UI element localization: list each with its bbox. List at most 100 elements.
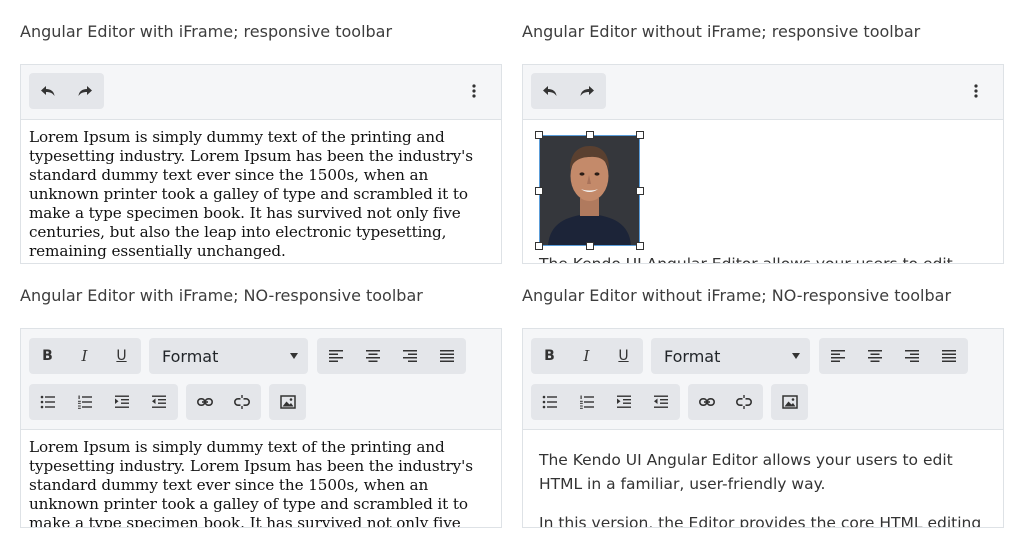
outdent-button[interactable] <box>642 384 679 420</box>
underline-button[interactable]: U <box>103 338 140 374</box>
toolbar-overflow-button[interactable] <box>966 73 986 109</box>
image-button-group <box>269 384 306 420</box>
editor-iframe-nonresponsive: B I U Format Lorem Ipsum is simply dummy… <box>20 328 502 528</box>
redo-icon <box>580 86 594 96</box>
editor-content-area[interactable]: The Kendo UI Angular Editor allows your … <box>523 120 1003 264</box>
italic-icon: I <box>583 347 590 365</box>
align-left-button[interactable] <box>819 338 856 374</box>
editor-content-area[interactable]: Lorem Ipsum is simply dummy text of the … <box>21 120 501 263</box>
section-title-iframe-nonresponsive: Angular Editor with iFrame; NO-responsiv… <box>20 286 423 305</box>
underline-icon: U <box>116 348 127 364</box>
insert-image-button[interactable] <box>771 384 808 420</box>
editor-noiframe-responsive: The Kendo UI Angular Editor allows your … <box>522 64 1004 264</box>
image-icon <box>781 395 798 409</box>
section-title-noiframe-nonresponsive: Angular Editor without iFrame; NO-respon… <box>522 286 952 305</box>
align-center-button[interactable] <box>354 338 391 374</box>
numbered-list-button[interactable] <box>568 384 605 420</box>
indent-button[interactable] <box>605 384 642 420</box>
format-dropdown-value: Format <box>664 346 721 366</box>
resize-handle-ne[interactable] <box>636 131 644 139</box>
editor-text: The Kendo UI Angular Editor allows your … <box>539 255 953 264</box>
align-left-icon <box>830 350 845 362</box>
editor-noiframe-nonresponsive: B I U Format The Kendo UI Angular Editor… <box>522 328 1004 528</box>
align-right-button[interactable] <box>391 338 428 374</box>
unlink-button[interactable] <box>725 384 762 420</box>
editor-toolbar: B I U Format <box>523 329 1003 430</box>
selected-image[interactable] <box>535 131 644 250</box>
editor-text: Lorem Ipsum is simply dummy text of the … <box>29 128 473 260</box>
align-justify-button[interactable] <box>930 338 967 374</box>
more-vertical-icon <box>472 84 476 98</box>
alignment-button-group <box>819 338 968 374</box>
format-dropdown[interactable]: Format <box>651 338 810 374</box>
underline-icon: U <box>618 348 629 364</box>
align-justify-button[interactable] <box>428 338 465 374</box>
redo-button[interactable] <box>66 73 103 109</box>
unlink-icon <box>233 395 250 409</box>
editor-content-area[interactable]: Lorem Ipsum is simply dummy text of the … <box>21 430 501 528</box>
editor-paragraph: The Kendo UI Angular Editor allows your … <box>539 451 953 493</box>
undo-button[interactable] <box>531 73 568 109</box>
undo-icon <box>542 86 556 96</box>
link-icon <box>196 398 213 407</box>
toolbar-overflow-button[interactable] <box>464 73 484 109</box>
editor-toolbar <box>21 65 501 120</box>
link-button-group <box>186 384 261 420</box>
resize-handle-e[interactable] <box>636 187 644 195</box>
outdent-button[interactable] <box>140 384 177 420</box>
image-button-group <box>771 384 808 420</box>
link-button-group <box>688 384 763 420</box>
font-style-button-group: B I U <box>29 338 141 374</box>
bullet-list-button[interactable] <box>531 384 568 420</box>
editor-text: The Kendo UI Angular Editor allows your … <box>523 430 1003 528</box>
resize-handle-w[interactable] <box>535 187 543 195</box>
italic-button[interactable]: I <box>568 338 605 374</box>
editor-text: Lorem Ipsum is simply dummy text of the … <box>29 438 473 528</box>
bullet-list-icon <box>40 395 55 409</box>
numbered-list-icon <box>77 395 92 409</box>
align-center-icon <box>365 350 380 362</box>
format-dropdown[interactable]: Format <box>149 338 308 374</box>
align-left-button[interactable] <box>317 338 354 374</box>
undo-button[interactable] <box>29 73 66 109</box>
insert-link-button[interactable] <box>186 384 223 420</box>
editor-iframe-responsive: Lorem Ipsum is simply dummy text of the … <box>20 64 502 264</box>
align-center-icon <box>867 350 882 362</box>
history-button-group <box>531 73 606 109</box>
resize-handle-n[interactable] <box>586 131 594 139</box>
link-icon <box>698 398 715 407</box>
unlink-button[interactable] <box>223 384 260 420</box>
italic-icon: I <box>81 347 88 365</box>
align-center-button[interactable] <box>856 338 893 374</box>
portrait-photo <box>540 136 639 245</box>
numbered-list-button[interactable] <box>66 384 103 420</box>
bold-button[interactable]: B <box>531 338 568 374</box>
bullet-list-button[interactable] <box>29 384 66 420</box>
indent-icon <box>616 395 631 408</box>
bold-button[interactable]: B <box>29 338 66 374</box>
bullet-list-icon <box>542 395 557 409</box>
resize-handle-nw[interactable] <box>535 131 543 139</box>
underline-button[interactable]: U <box>605 338 642 374</box>
align-left-icon <box>328 350 343 362</box>
image-icon <box>279 395 296 409</box>
editor-content-area[interactable]: The Kendo UI Angular Editor allows your … <box>523 430 1003 528</box>
unlink-icon <box>735 395 752 409</box>
redo-button[interactable] <box>568 73 605 109</box>
alignment-button-group <box>317 338 466 374</box>
font-style-button-group: B I U <box>531 338 643 374</box>
editor-paragraph: In this version, the Editor provides the… <box>539 514 982 528</box>
align-right-button[interactable] <box>893 338 930 374</box>
redo-icon <box>78 86 92 96</box>
undo-icon <box>40 86 54 96</box>
editor-toolbar <box>523 65 1003 120</box>
section-title-iframe-responsive: Angular Editor with iFrame; responsive t… <box>20 22 393 41</box>
align-justify-icon <box>439 350 454 362</box>
format-dropdown-value: Format <box>162 346 219 366</box>
list-indent-button-group <box>29 384 178 420</box>
outdent-icon <box>151 395 166 408</box>
insert-image-button[interactable] <box>269 384 306 420</box>
indent-button[interactable] <box>103 384 140 420</box>
italic-button[interactable]: I <box>66 338 103 374</box>
insert-link-button[interactable] <box>688 384 725 420</box>
